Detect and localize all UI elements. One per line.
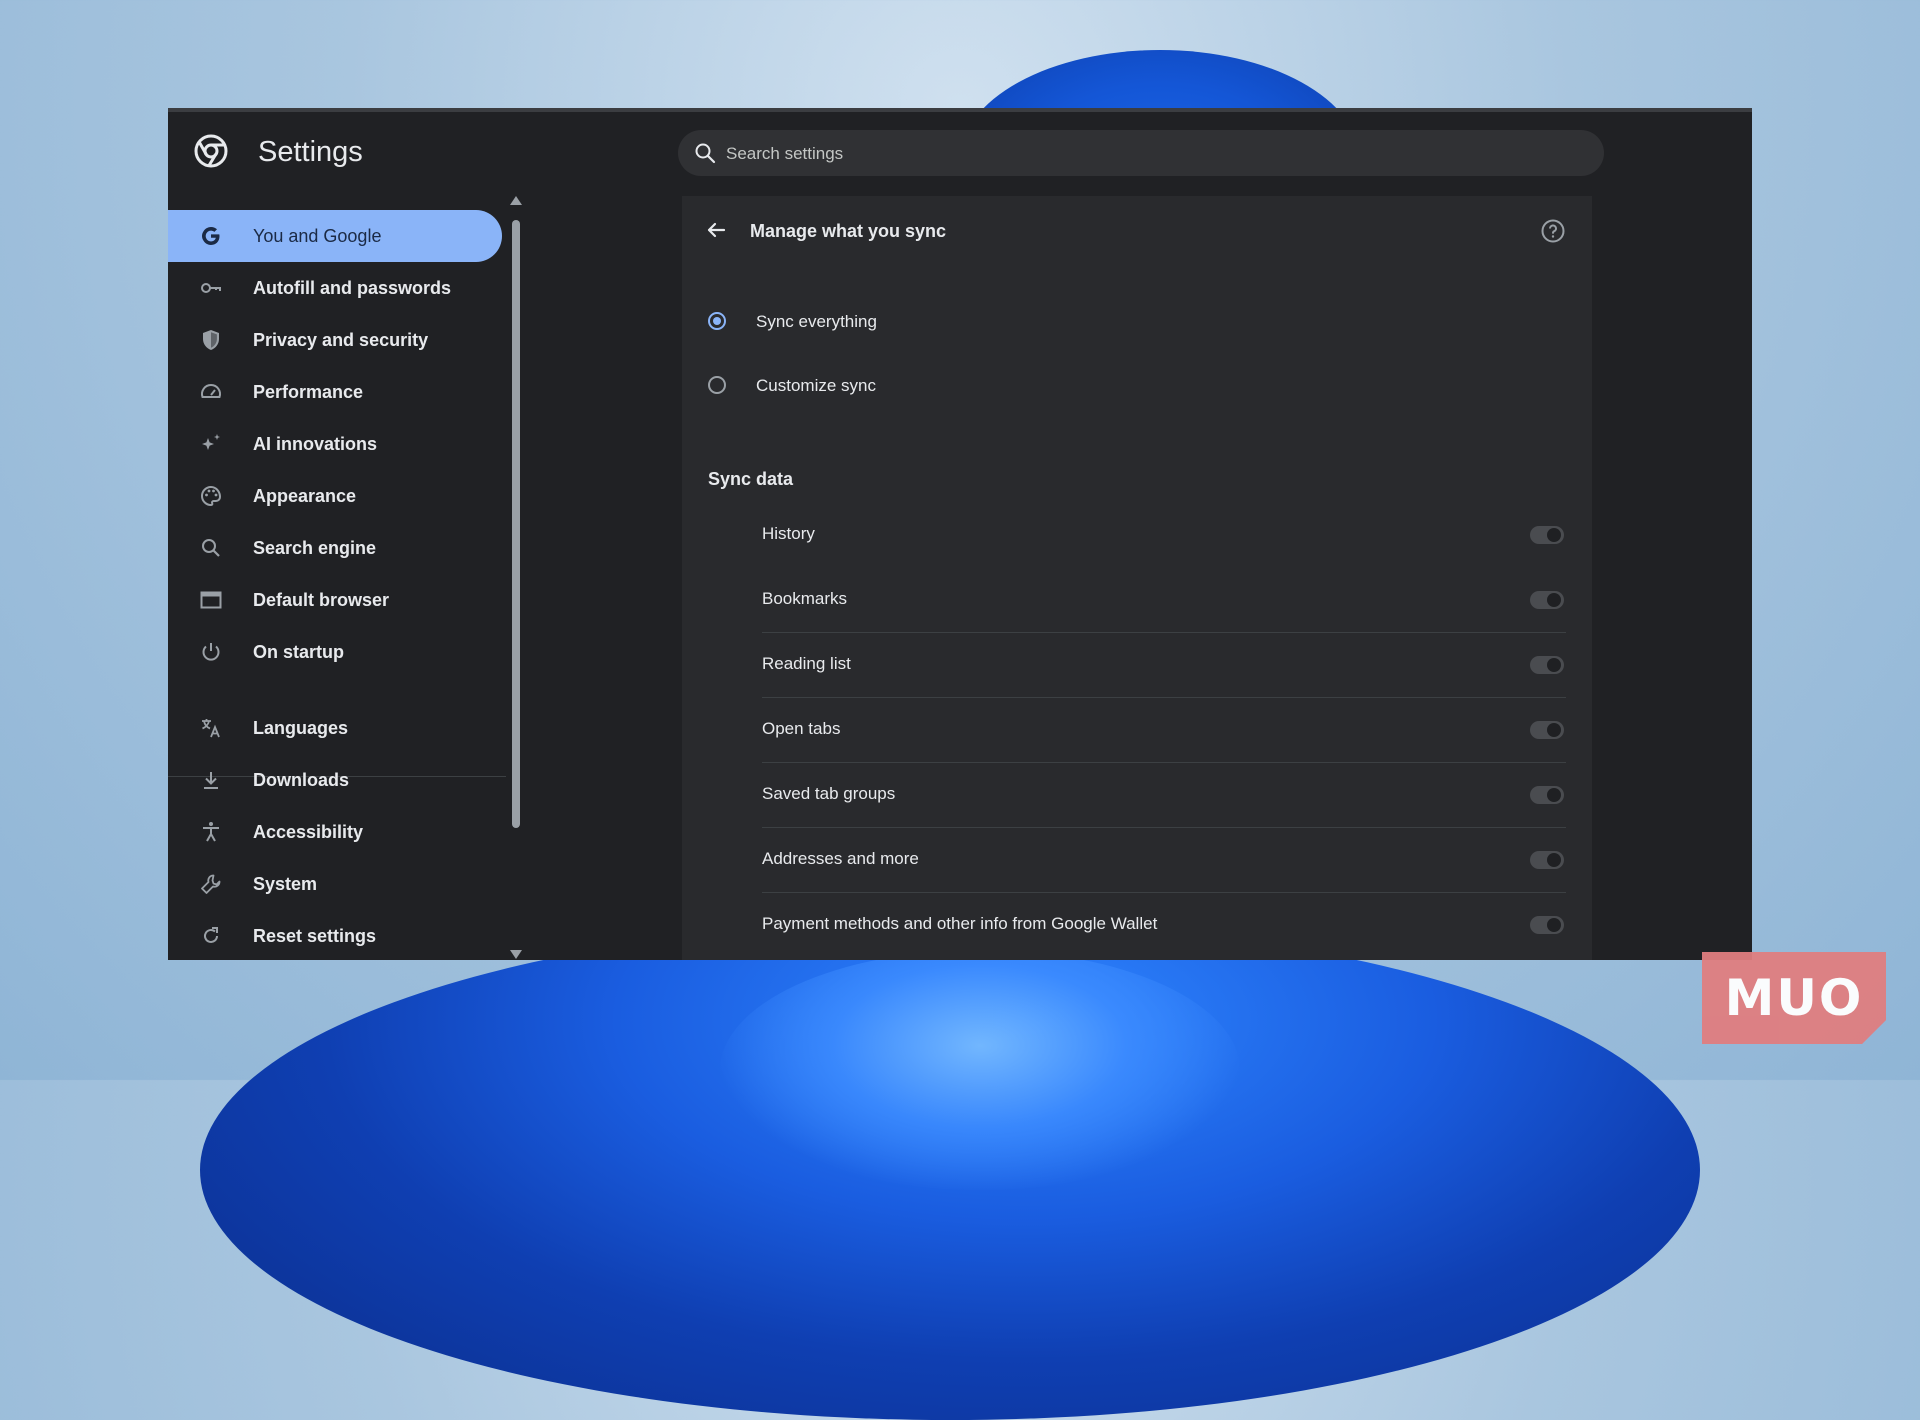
sync-everything-option[interactable]: Sync everything xyxy=(708,308,1408,338)
radio-label: Customize sync xyxy=(756,376,876,395)
settings-window: Settings You and Google Autofill xyxy=(168,108,1752,960)
wrench-icon xyxy=(201,874,221,894)
accessibility-icon xyxy=(203,822,219,842)
scroll-down-arrow-icon[interactable] xyxy=(510,950,522,959)
sidebar-item-label: Languages xyxy=(253,718,349,738)
sync-settings-card: Manage what you sync Sync everything Cus… xyxy=(682,196,1592,960)
key-icon xyxy=(201,283,221,293)
history-toggle[interactable] xyxy=(1530,526,1564,544)
sidebar-item-autofill[interactable]: Autofill and passwords xyxy=(168,262,502,314)
sidebar-item-search-engine[interactable]: Search engine xyxy=(168,522,502,574)
customize-sync-radio[interactable] xyxy=(708,376,726,394)
muo-watermark-logo: MUO xyxy=(1702,952,1886,1044)
row-divider xyxy=(762,632,1566,633)
sidebar-item-you-and-google[interactable]: You and Google xyxy=(168,210,502,262)
sync-item-label: Saved tab groups xyxy=(762,784,896,803)
sidebar-item-appearance[interactable]: Appearance xyxy=(168,470,502,522)
scroll-up-arrow-icon[interactable] xyxy=(510,196,522,205)
sidebar-item-label: Reset settings xyxy=(253,926,377,946)
sidebar-item-label: Accessibility xyxy=(253,822,364,842)
sync-item-label: Open tabs xyxy=(762,719,841,738)
bookmarks-toggle[interactable] xyxy=(1530,591,1564,609)
saved-tab-groups-toggle[interactable] xyxy=(1530,786,1564,804)
wallpaper-bloom-highlight xyxy=(720,950,1240,1190)
sidebar-item-downloads[interactable]: Downloads xyxy=(168,754,502,806)
section-title: Sync data xyxy=(708,469,794,489)
sync-row-addresses: Addresses and more xyxy=(762,827,1566,892)
customize-sync-option[interactable]: Customize sync xyxy=(708,372,1408,402)
row-divider xyxy=(762,827,1566,828)
sidebar-item-reset-settings[interactable]: Reset settings xyxy=(168,910,502,960)
sidebar-item-on-startup[interactable]: On startup xyxy=(168,626,502,678)
sparkle-icon xyxy=(202,434,220,450)
card-title: Manage what you sync xyxy=(750,221,947,241)
sidebar-item-label: Performance xyxy=(253,382,364,402)
radio-label: Sync everything xyxy=(756,312,877,331)
sidebar-scrollbar[interactable] xyxy=(506,196,526,960)
help-icon[interactable] xyxy=(1540,218,1566,244)
sidebar-item-default-browser[interactable]: Default browser xyxy=(168,574,502,626)
translate-icon xyxy=(202,719,220,738)
sidebar-item-label: Search engine xyxy=(253,538,377,558)
sync-row-payment-methods: Payment methods and other info from Goog… xyxy=(762,892,1566,957)
sync-everything-radio[interactable] xyxy=(708,312,726,330)
speedometer-icon xyxy=(201,384,221,398)
sidebar-item-ai-innovations[interactable]: AI innovations xyxy=(168,418,502,470)
sync-row-reading-list: Reading list xyxy=(762,632,1566,697)
sync-item-label: Payment methods and other info from Goog… xyxy=(762,914,1158,933)
sidebar-item-label: You and Google xyxy=(253,226,382,246)
search-bar[interactable] xyxy=(678,130,1604,178)
sync-item-label: Reading list xyxy=(762,654,851,673)
search-icon xyxy=(695,143,716,164)
reading-list-toggle[interactable] xyxy=(1530,656,1564,674)
sync-item-label: History xyxy=(762,524,815,543)
browser-window-icon xyxy=(200,591,222,609)
sync-row-saved-tab-groups: Saved tab groups xyxy=(762,762,1566,827)
sidebar-item-label: System xyxy=(253,874,318,894)
sidebar-item-privacy[interactable]: Privacy and security xyxy=(168,314,502,366)
sidebar-item-languages[interactable]: Languages xyxy=(168,702,502,754)
chrome-logo-icon xyxy=(194,134,228,168)
power-icon xyxy=(202,643,220,661)
sync-row-open-tabs: Open tabs xyxy=(762,697,1566,762)
scrollbar-thumb[interactable] xyxy=(512,220,520,828)
search-input[interactable] xyxy=(724,130,1588,178)
palette-icon xyxy=(201,485,222,507)
sidebar-item-label: Default browser xyxy=(253,590,390,610)
settings-header: Settings xyxy=(168,112,1752,196)
reset-icon xyxy=(204,927,218,943)
sidebar-item-label: AI innovations xyxy=(253,434,378,454)
open-tabs-toggle[interactable] xyxy=(1530,721,1564,739)
addresses-toggle[interactable] xyxy=(1530,851,1564,869)
sync-item-label: Addresses and more xyxy=(762,849,919,868)
sync-row-bookmarks: Bookmarks xyxy=(762,567,1566,632)
row-divider xyxy=(762,697,1566,698)
google-g-icon xyxy=(202,227,220,245)
payment-methods-toggle[interactable] xyxy=(1530,916,1564,934)
sidebar-item-label: On startup xyxy=(253,642,345,662)
search-icon xyxy=(202,539,220,557)
sidebar-item-performance[interactable]: Performance xyxy=(168,366,502,418)
sidebar-item-system[interactable]: System xyxy=(168,858,502,910)
back-arrow-icon[interactable] xyxy=(702,216,730,244)
sidebar-item-label: Privacy and security xyxy=(253,330,429,350)
sidebar-item-label: Appearance xyxy=(253,486,357,506)
sync-row-history: History xyxy=(762,502,1566,567)
sidebar-item-label: Downloads xyxy=(253,770,350,790)
row-divider xyxy=(762,892,1566,893)
row-divider xyxy=(762,762,1566,763)
shield-icon xyxy=(203,330,219,350)
page-title: Settings xyxy=(258,136,363,168)
sidebar: You and Google Autofill and passwords Pr… xyxy=(168,196,508,960)
sidebar-item-label: Autofill and passwords xyxy=(253,278,452,298)
watermark-text: MUO xyxy=(1724,969,1864,1027)
sync-item-label: Bookmarks xyxy=(762,589,848,608)
sidebar-item-accessibility[interactable]: Accessibility xyxy=(168,806,502,858)
download-icon xyxy=(204,772,218,789)
